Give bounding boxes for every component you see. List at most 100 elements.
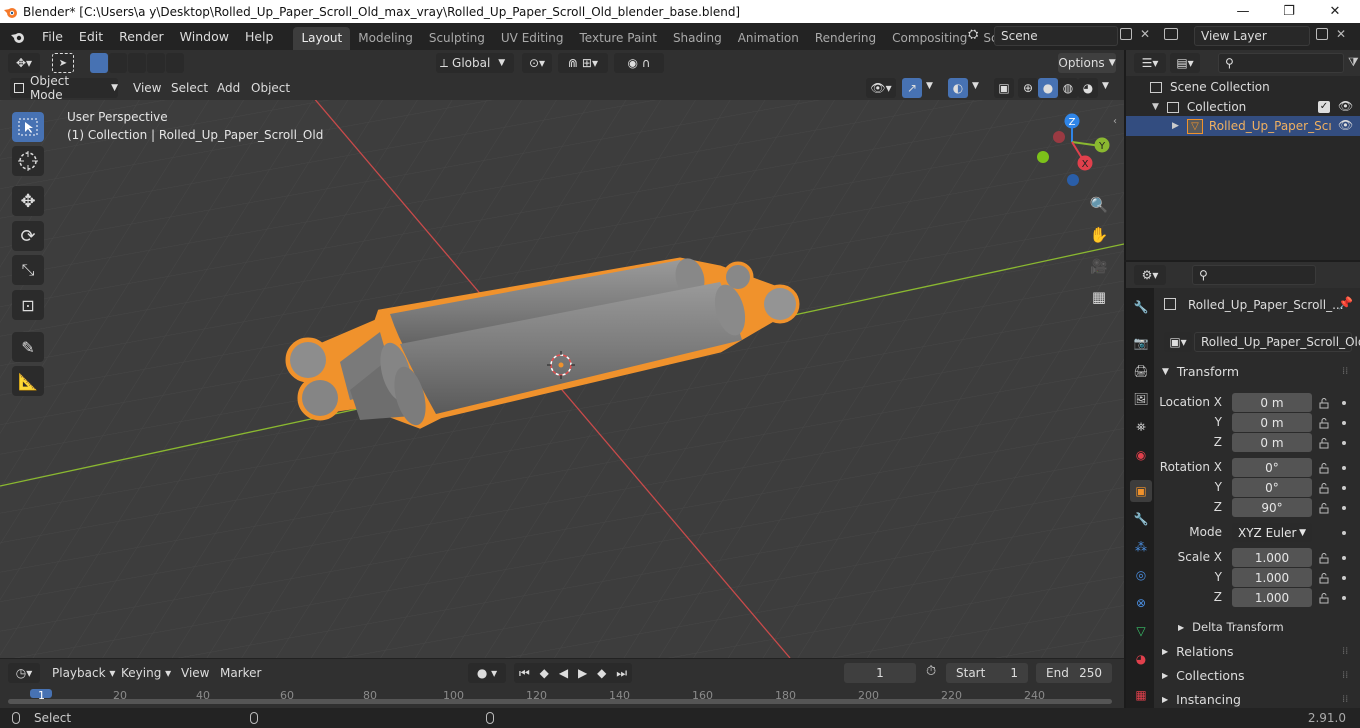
- tab-data-icon[interactable]: ▽: [1130, 620, 1152, 642]
- tab-compositing[interactable]: Compositing: [884, 27, 975, 50]
- expand-arrow-icon[interactable]: ▶: [1172, 121, 1179, 131]
- scene-name-field[interactable]: Scene: [994, 26, 1118, 46]
- maximize-button[interactable]: ❐: [1266, 0, 1312, 23]
- eye-icon[interactable]: 👁: [1338, 99, 1353, 113]
- relations-panel-header[interactable]: ▶ Relations: [1162, 644, 1234, 659]
- tab-view-layer-icon[interactable]: 🖼: [1130, 388, 1152, 410]
- prev-keyframe-icon[interactable]: ◆: [540, 666, 549, 680]
- annotate-tool-button[interactable]: ✎: [12, 332, 44, 362]
- pin-icon[interactable]: 📌: [1338, 296, 1353, 310]
- keyframe-dot[interactable]: [1342, 401, 1346, 405]
- menu-playback[interactable]: Playback ▾: [52, 666, 115, 680]
- minimize-button[interactable]: —: [1220, 0, 1266, 23]
- drag-handle-icon[interactable]: ⁞⁞: [1342, 366, 1348, 377]
- tab-particles-icon[interactable]: ⁂: [1130, 536, 1152, 558]
- outliner-collection[interactable]: ▼ Collection ✓ 👁: [1126, 97, 1360, 117]
- scale-y-field[interactable]: 1.000: [1232, 568, 1312, 587]
- chevron-down-icon[interactable]: ▼: [1102, 81, 1109, 91]
- tab-render-icon[interactable]: 📷: [1130, 332, 1152, 354]
- lock-icon[interactable]: [1318, 552, 1330, 564]
- properties-editor-type-button[interactable]: ⚙▾: [1134, 265, 1166, 285]
- lock-icon[interactable]: [1318, 572, 1330, 584]
- view-layer-icon[interactable]: [1164, 28, 1178, 40]
- scene-selector-icon[interactable]: ⛭: [968, 27, 978, 42]
- menu-view[interactable]: View: [133, 81, 161, 95]
- tab-constraints-icon[interactable]: ⊗: [1130, 592, 1152, 614]
- keyframe-dot[interactable]: [1342, 466, 1346, 470]
- lock-icon[interactable]: [1318, 592, 1330, 604]
- tab-modeling[interactable]: Modeling: [350, 27, 421, 50]
- transform-panel-header[interactable]: ▼ Transform: [1162, 364, 1239, 379]
- tab-physics-icon[interactable]: ◎: [1130, 564, 1152, 586]
- new-view-layer-icon[interactable]: [1316, 28, 1328, 40]
- tab-world-icon[interactable]: ◉: [1130, 444, 1152, 466]
- next-keyframe-icon[interactable]: ◆: [597, 666, 606, 680]
- tab-animation[interactable]: Animation: [730, 27, 807, 50]
- auto-keying-toggle[interactable]: ● ▾: [468, 663, 506, 683]
- current-frame-field[interactable]: 1: [844, 663, 916, 683]
- transform-orientation-dropdown[interactable]: ⟂ Global ▼: [436, 53, 514, 73]
- mode-dropdown[interactable]: Object Mode ▼: [10, 74, 118, 102]
- options-dropdown[interactable]: Options ▼: [1058, 53, 1116, 73]
- xray-toggle[interactable]: ▣: [994, 78, 1014, 98]
- drag-handle-icon[interactable]: ⁞⁞: [1342, 670, 1348, 681]
- mode-invert-selection-icon[interactable]: [147, 53, 165, 73]
- 3d-viewport[interactable]: Z Y X User Perspective (1) Collection | …: [0, 100, 1124, 658]
- instancing-panel-header[interactable]: ▶ Instancing: [1162, 692, 1241, 707]
- keyframe-dot[interactable]: [1342, 556, 1346, 560]
- menu-select[interactable]: Select: [171, 81, 208, 95]
- location-x-field[interactable]: 0 m: [1232, 393, 1312, 412]
- delete-scene-icon[interactable]: ✕: [1140, 27, 1150, 41]
- rotation-mode-dropdown[interactable]: XYZ Euler ▼: [1232, 523, 1312, 542]
- keyframe-dot[interactable]: [1342, 441, 1346, 445]
- editor-type-button[interactable]: ✥▾: [8, 53, 40, 73]
- lock-icon[interactable]: [1318, 397, 1330, 409]
- close-window-button[interactable]: ✕: [1312, 0, 1358, 23]
- display-mode-dropdown[interactable]: ▤▾: [1170, 53, 1200, 73]
- scale-z-field[interactable]: 1.000: [1232, 588, 1312, 607]
- object-browse-button[interactable]: ▣▾: [1164, 332, 1192, 352]
- location-y-field[interactable]: 0 m: [1232, 413, 1312, 432]
- pivot-point-dropdown[interactable]: ⊙▾: [522, 53, 552, 73]
- outliner-search-input[interactable]: ⚲: [1218, 53, 1344, 73]
- checkbox-icon[interactable]: ✓: [1318, 101, 1330, 113]
- menu-marker[interactable]: Marker: [220, 666, 261, 680]
- chevron-down-icon[interactable]: ▼: [926, 81, 933, 91]
- select-tool-button[interactable]: [12, 112, 44, 142]
- tab-scene-icon[interactable]: ⛯: [1130, 416, 1152, 438]
- snap-toggle[interactable]: ⋒ ⊞▾: [558, 53, 608, 73]
- tab-shading[interactable]: Shading: [665, 27, 730, 50]
- visibility-dropdown[interactable]: 👁▾: [866, 78, 896, 98]
- tab-sculpting[interactable]: Sculpting: [421, 27, 493, 50]
- object-name-field[interactable]: Rolled_Up_Paper_Scroll_Old: [1194, 332, 1360, 352]
- outliner-scene-collection[interactable]: Scene Collection: [1126, 77, 1360, 97]
- lock-icon[interactable]: [1318, 482, 1330, 494]
- ortho-grid-icon[interactable]: ▦: [1086, 284, 1112, 310]
- menu-timeline-view[interactable]: View: [181, 666, 209, 680]
- menu-file[interactable]: File: [34, 23, 71, 50]
- blender-menu-icon[interactable]: [8, 29, 28, 45]
- pan-hand-icon[interactable]: ✋: [1086, 222, 1112, 248]
- tab-rendering[interactable]: Rendering: [807, 27, 884, 50]
- delta-transform-header[interactable]: ▶ Delta Transform: [1178, 620, 1284, 634]
- gizmo-toggle[interactable]: ↗: [902, 78, 922, 98]
- start-frame-field[interactable]: Start 1: [946, 663, 1028, 683]
- scale-x-field[interactable]: 1.000: [1232, 548, 1312, 567]
- lock-icon[interactable]: [1318, 502, 1330, 514]
- keyframe-dot[interactable]: [1342, 576, 1346, 580]
- rotation-x-field[interactable]: 0°: [1232, 458, 1312, 477]
- menu-object[interactable]: Object: [251, 81, 290, 95]
- transform-tool-button[interactable]: ⊡: [12, 290, 44, 320]
- tab-texture-paint[interactable]: Texture Paint: [572, 27, 665, 50]
- outliner-object-row[interactable]: ▶ ▽ Rolled_Up_Paper_Scı 👁: [1126, 116, 1360, 136]
- play-reverse-icon[interactable]: ◀: [559, 666, 568, 680]
- collections-panel-header[interactable]: ▶ Collections: [1162, 668, 1245, 683]
- rotate-tool-button[interactable]: ⟳: [12, 221, 44, 251]
- proportional-edit-toggle[interactable]: ◉ ∩: [614, 53, 664, 73]
- keyframe-dot[interactable]: [1342, 421, 1346, 425]
- shading-solid-button[interactable]: ●: [1038, 78, 1058, 98]
- drag-handle-icon[interactable]: ⁞⁞: [1342, 694, 1348, 705]
- tab-uv-editing[interactable]: UV Editing: [493, 27, 572, 50]
- tab-object-icon[interactable]: ▣: [1130, 480, 1152, 502]
- tab-material-icon[interactable]: ◕: [1130, 648, 1152, 670]
